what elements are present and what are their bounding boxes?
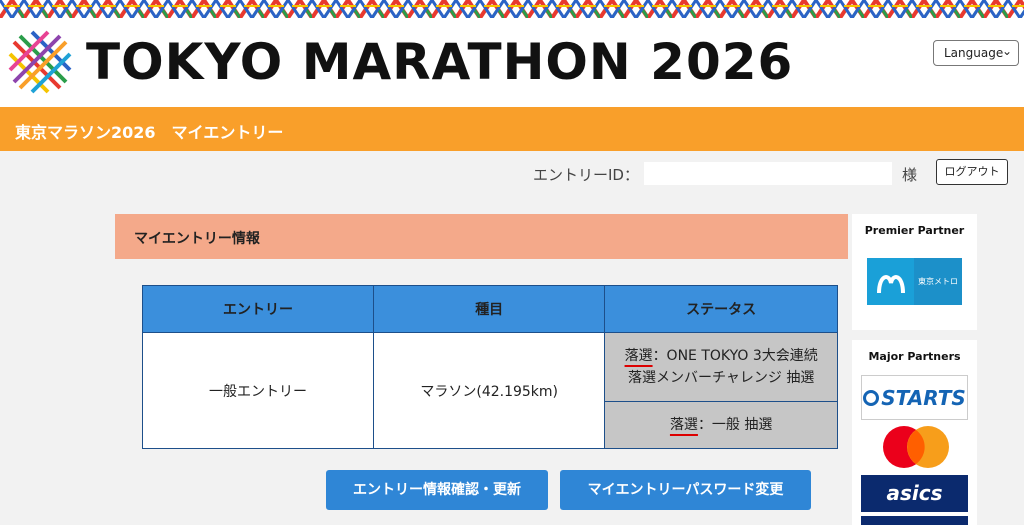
- metro-name: 東京メトロ: [914, 258, 962, 305]
- table-row: 一般エントリー マラソン(42.195km) 落選：ONE TOKYO 3大会連…: [141, 332, 838, 449]
- honorific: 様: [902, 166, 918, 184]
- entry-id-label: エントリーID：: [533, 166, 639, 184]
- status-result: 落選: [669, 417, 698, 433]
- mastercard-logo[interactable]: [880, 425, 952, 470]
- page-subtitle-bar: 東京マラソン2026 マイエントリー: [0, 107, 1024, 151]
- decorative-stripe: [0, 0, 1024, 18]
- premier-partner-box: Premier Partner 東京メトロ: [852, 214, 977, 330]
- column-header-entry: エントリー: [141, 285, 375, 333]
- page-subtitle: 東京マラソン2026 マイエントリー: [15, 123, 284, 142]
- status-cell-challenge: 落選：ONE TOKYO 3大会連続 落選メンバーチャレンジ 抽選: [604, 332, 838, 402]
- starts-logo[interactable]: STARTS: [861, 375, 968, 420]
- entry-id-value: [644, 162, 892, 185]
- status-detail-line2: 落選メンバーチャレンジ 抽選: [628, 370, 815, 386]
- table-header-row: エントリー 種目 ステータス: [141, 285, 838, 333]
- update-entry-button[interactable]: エントリー情報確認・更新: [326, 470, 548, 510]
- event-cell: マラソン(42.195km): [373, 332, 606, 449]
- starts-circle-icon: [863, 389, 880, 406]
- site-header: TOKYO MARATHON 2026 Language ⌄: [0, 18, 1024, 107]
- partner-logo-partial: [861, 516, 968, 525]
- entry-type-cell: 一般エントリー: [141, 332, 375, 449]
- major-partners-title: Major Partners: [868, 350, 961, 363]
- site-title: TOKYO MARATHON 2026: [86, 33, 794, 91]
- change-password-button[interactable]: マイエントリーパスワード変更: [560, 470, 811, 510]
- tokyo-metro-logo[interactable]: 東京メトロ: [867, 258, 962, 305]
- starts-logo-text: STARTS: [881, 385, 966, 410]
- premier-partner-title: Premier Partner: [864, 224, 965, 237]
- status-result: 落選: [624, 348, 653, 364]
- language-select[interactable]: Language ⌄: [933, 40, 1019, 66]
- column-header-status: ステータス: [604, 285, 838, 333]
- metro-m-icon: [867, 258, 914, 305]
- status-cell-general: 落選：一般 抽選: [604, 401, 838, 449]
- status-detail: ：ONE TOKYO 3大会連続: [652, 348, 818, 364]
- marathon-logo-icon: [8, 30, 72, 94]
- section-header: マイエントリー情報: [115, 214, 848, 259]
- major-partners-box: Major Partners STARTS asics: [852, 340, 977, 525]
- asics-logo[interactable]: asics: [861, 475, 968, 512]
- logout-button[interactable]: ログアウト: [936, 159, 1008, 185]
- status-detail: ：一般 抽選: [697, 417, 773, 433]
- chevron-down-icon: ⌄: [1001, 44, 1012, 58]
- entry-table: エントリー 種目 ステータス 一般エントリー マラソン(42.195km) 落選…: [141, 285, 838, 449]
- column-header-event: 種目: [373, 285, 606, 333]
- section-title: マイエントリー情報: [134, 231, 260, 247]
- language-label: Language: [944, 46, 1004, 60]
